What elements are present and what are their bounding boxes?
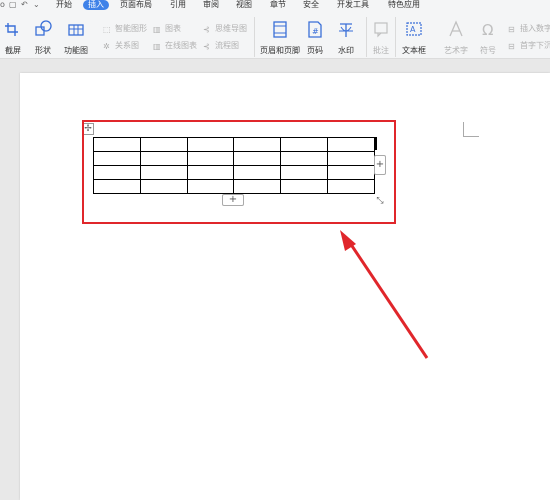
annotation-arrow bbox=[340, 230, 429, 359]
arrow-shaft bbox=[346, 239, 429, 359]
